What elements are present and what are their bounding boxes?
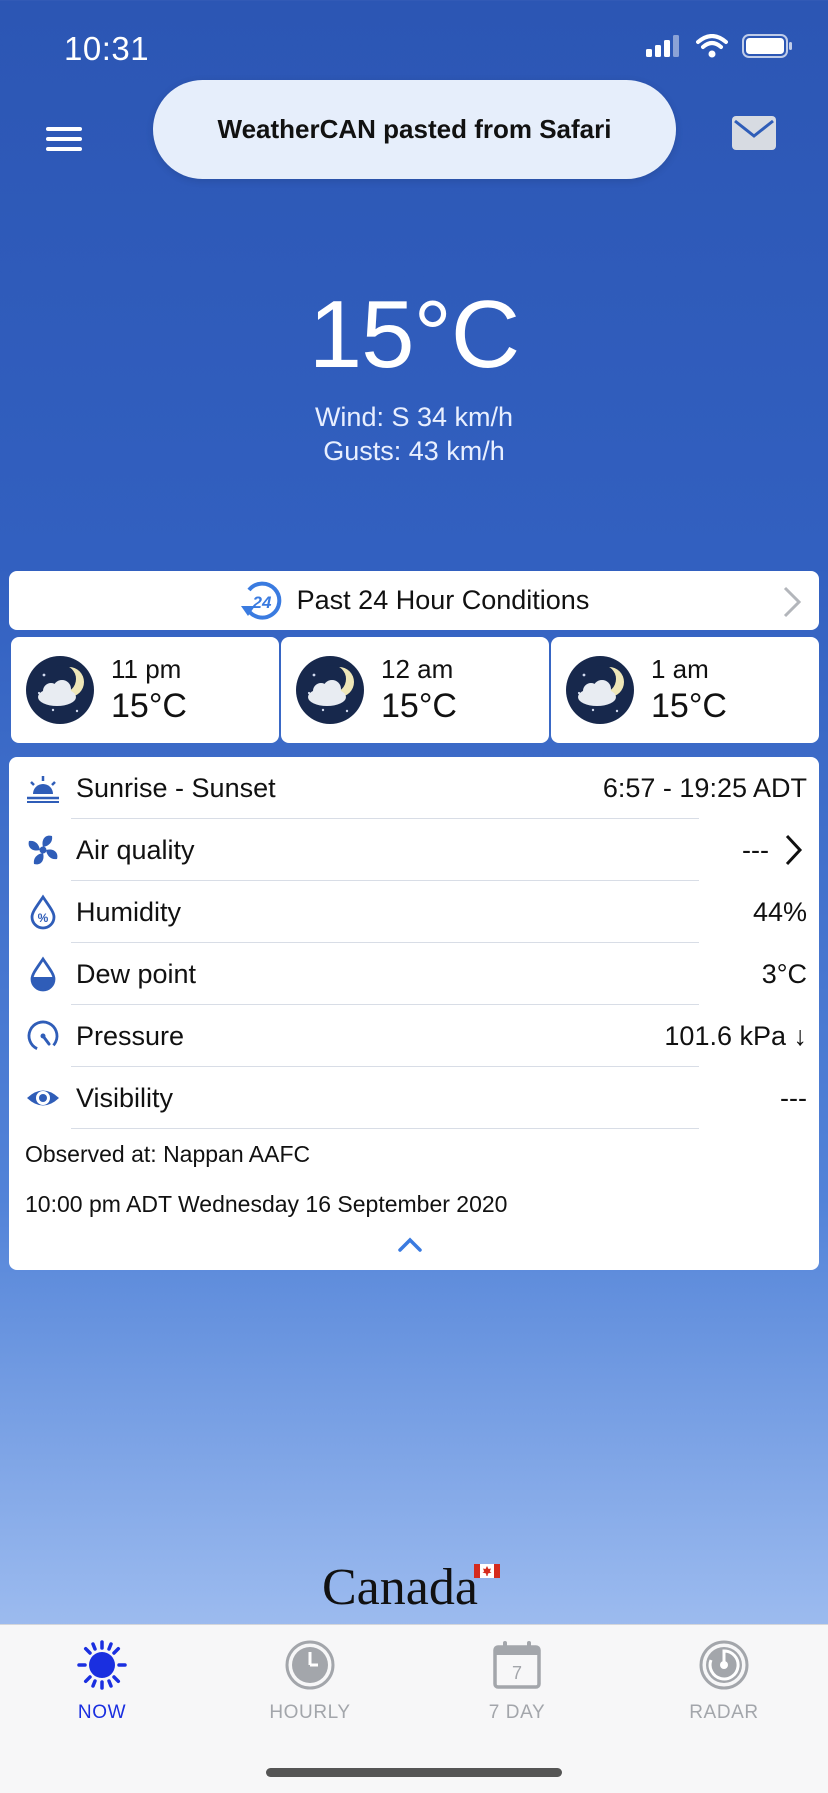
- visibility-row: Visibility ---: [9, 1067, 819, 1129]
- tab-label: RADAR: [689, 1702, 759, 1723]
- cloudy-night-icon: [566, 656, 634, 724]
- tab-radar[interactable]: RADAR: [654, 1639, 794, 1724]
- row-label: Air quality: [76, 835, 195, 865]
- row-value: 6:57 - 19:25 ADT: [602, 773, 807, 803]
- conditions-details-card: Sunrise - Sunset 6:57 - 19:25 ADT Air qu…: [9, 757, 819, 1270]
- hamburger-menu-icon[interactable]: [40, 120, 88, 156]
- hourly-card[interactable]: 11 pm 15°C: [11, 637, 279, 743]
- current-temperature: 15°C: [308, 281, 521, 388]
- hourly-time: 12 am: [381, 654, 454, 684]
- cloudy-night-icon: [296, 656, 364, 724]
- row-value: ---: [780, 1083, 807, 1113]
- wind-text: Wind: S 34 km/h: [314, 402, 514, 432]
- sunrise-icon: [27, 776, 59, 803]
- hourly-temp: 15°C: [651, 687, 727, 725]
- tab-label: NOW: [77, 1702, 127, 1723]
- sunrise-sunset-row: Sunrise - Sunset 6:57 - 19:25 ADT: [9, 757, 819, 819]
- tab-now[interactable]: NOW: [32, 1639, 172, 1724]
- dew-point-row: Dew point 3°C: [9, 943, 819, 1005]
- tab-label: 7 DAY: [488, 1702, 546, 1723]
- tab-label: HOURLY: [269, 1702, 351, 1723]
- past-24-hour-button[interactable]: 24 Past 24 Hour Conditions: [9, 571, 819, 630]
- row-value: 101.6 kPa ↓: [664, 1021, 807, 1051]
- mail-icon[interactable]: [732, 116, 776, 150]
- chevron-up-icon[interactable]: [397, 1235, 423, 1253]
- canada-wordmark-text: Canada: [322, 1559, 478, 1616]
- humidity-icon: %: [30, 894, 56, 930]
- calendar-icon-text: 7: [512, 1663, 522, 1683]
- row-label: Pressure: [76, 1021, 185, 1051]
- row-value: ---: [742, 835, 769, 865]
- hourly-time: 1 am: [651, 654, 709, 684]
- row-value: 44%: [752, 897, 807, 927]
- status-icons: [646, 34, 794, 58]
- battery-icon: [742, 34, 792, 58]
- row-label: Visibility: [76, 1083, 174, 1113]
- chevron-right-icon: [783, 586, 802, 618]
- observed-time: 10:00 pm ADT Wednesday 16 September 2020: [25, 1191, 508, 1217]
- past-24-icon-text: 24: [251, 593, 271, 612]
- row-label: Sunrise - Sunset: [76, 773, 276, 803]
- hourly-time: 11 pm: [111, 654, 182, 684]
- home-indicator[interactable]: [266, 1768, 562, 1777]
- calendar-icon: 7: [493, 1641, 541, 1689]
- pressure-row: Pressure 101.6 kPa ↓: [9, 1005, 819, 1067]
- tab-hourly[interactable]: HOURLY: [240, 1639, 380, 1724]
- canada-wordmark: Canada: [322, 1558, 500, 1617]
- cloudy-night-icon: [26, 656, 94, 724]
- humidity-row: % Humidity 44%: [9, 881, 819, 943]
- hourly-card[interactable]: 1 am 15°C: [551, 637, 819, 743]
- fan-icon: [28, 835, 58, 865]
- eye-icon: [27, 1090, 59, 1106]
- sun-icon: [77, 1640, 127, 1690]
- hourly-card[interactable]: 12 am 15°C: [281, 637, 549, 743]
- chevron-right-icon: [785, 834, 803, 866]
- hourly-temp: 15°C: [111, 687, 187, 725]
- svg-text:%: %: [38, 911, 49, 925]
- observed-at: Observed at: Nappan AAFC: [25, 1141, 311, 1167]
- hourly-temp: 15°C: [381, 687, 457, 725]
- radar-icon: [699, 1640, 749, 1690]
- dew-drop-icon: [30, 956, 56, 992]
- cellular-signal-icon: [646, 35, 679, 57]
- status-time: 10:31: [64, 30, 150, 67]
- past-24-icon: 24: [240, 581, 281, 620]
- row-label: Dew point: [76, 959, 197, 989]
- canadian-flag-icon: [474, 1564, 500, 1578]
- paste-toast: WeatherCAN pasted from Safari: [153, 80, 676, 179]
- wifi-icon: [696, 34, 728, 58]
- past-24-label: Past 24 Hour Conditions: [296, 585, 590, 615]
- tab-7-day[interactable]: 7 7 DAY: [447, 1639, 587, 1724]
- clock-icon: [285, 1640, 335, 1690]
- row-label: Humidity: [76, 897, 182, 927]
- air-quality-row[interactable]: Air quality ---: [9, 819, 819, 881]
- row-value: 3°C: [761, 959, 807, 989]
- divider: [71, 1128, 699, 1129]
- gauge-icon: [27, 1020, 59, 1052]
- gusts-text: Gusts: 43 km/h: [323, 436, 505, 466]
